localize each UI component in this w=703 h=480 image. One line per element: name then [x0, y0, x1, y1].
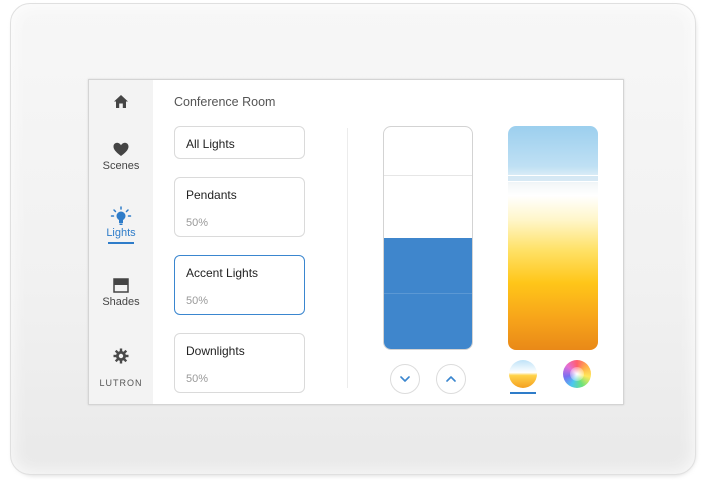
gear-icon [113, 348, 129, 364]
nav-shades-label: Shades [102, 296, 140, 308]
chevron-up-icon [446, 376, 456, 382]
heart-icon [113, 142, 129, 156]
dimmer-tick [384, 293, 472, 294]
nav-lights-label: Lights [106, 227, 136, 239]
nav-scenes-label: Scenes [102, 160, 140, 172]
zone-name: Pendants [186, 188, 237, 202]
mode-active-indicator [510, 392, 536, 394]
touchscreen: Scenes Lights Shades LUTRON Conference R… [88, 79, 624, 405]
nav-home[interactable] [89, 94, 153, 109]
color-temp-handle[interactable] [508, 175, 598, 182]
dimmer-tick [384, 175, 472, 176]
zone-level: 50% [186, 295, 209, 307]
dimmer-slider[interactable] [383, 126, 473, 350]
zone-card-all-lights[interactable]: All Lights [174, 126, 305, 159]
lower-button[interactable] [390, 364, 420, 394]
shade-icon [113, 278, 129, 293]
nav-scenes[interactable]: Scenes [89, 142, 153, 172]
zone-card-downlights[interactable]: Downlights 50% [174, 333, 305, 393]
color-wheel-icon[interactable] [563, 360, 591, 388]
page-title: Conference Room [174, 95, 276, 109]
color-temp-slider[interactable] [508, 126, 598, 350]
zone-level: 50% [186, 217, 209, 229]
color-wheel-center [570, 367, 584, 381]
chevron-down-icon [400, 376, 410, 382]
zone-card-accent-lights[interactable]: Accent Lights 50% [174, 255, 305, 315]
warm-dim-icon[interactable] [509, 360, 537, 388]
dimmer-level-fill [384, 238, 472, 349]
zone-name: Accent Lights [186, 266, 259, 280]
nav-shades[interactable]: Shades [89, 278, 153, 308]
nav-lights[interactable]: Lights [89, 206, 153, 244]
zone-card-pendants[interactable]: Pendants 50% [174, 177, 305, 237]
zone-level: 50% [186, 373, 209, 385]
sidebar: Scenes Lights Shades LUTRON [89, 80, 153, 404]
nav-active-indicator [108, 242, 134, 244]
lightbulb-icon [110, 206, 132, 225]
nav-settings[interactable] [89, 348, 153, 364]
home-icon [114, 95, 128, 108]
raise-button[interactable] [436, 364, 466, 394]
zone-name: All Lights [186, 137, 235, 151]
brand-logo: LUTRON [99, 378, 143, 388]
zone-name: Downlights [186, 344, 245, 358]
divider [347, 128, 348, 388]
